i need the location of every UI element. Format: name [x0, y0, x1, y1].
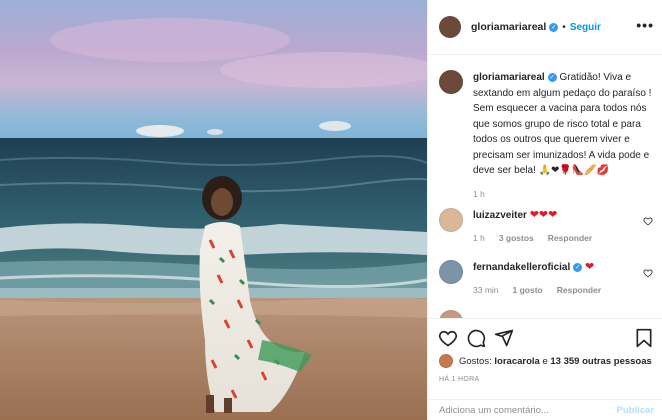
likes-prefix: Gostos: [459, 355, 492, 367]
likes-summary: Gostos: loracarola e 13 359 outras pesso… [439, 354, 652, 368]
comment-meta: 1 h 3 gostos Responder [473, 231, 633, 245]
follow-button[interactable]: Seguir [570, 22, 601, 33]
first-liker[interactable]: loracarola [494, 356, 539, 367]
caption-username[interactable]: gloriamariareal [473, 72, 545, 83]
separator-dot: • [562, 21, 566, 33]
comment-like-heart-icon[interactable] [643, 216, 653, 226]
send-icon[interactable] [494, 328, 514, 348]
comment-text: ❤ [585, 261, 595, 273]
comment-time: 33 min [473, 285, 499, 295]
comment-likes-link[interactable]: 3 gostos [499, 233, 534, 243]
add-comment-bar: Publicar [428, 399, 662, 420]
comment-item-partial [439, 310, 653, 318]
comment-input[interactable] [439, 405, 609, 416]
commenter-avatar[interactable] [439, 208, 463, 232]
comment-icon[interactable] [466, 328, 486, 348]
caption-text: Gratidão! Viva e sextando em algum pedaç… [473, 72, 652, 176]
reply-button[interactable]: Responder [548, 233, 592, 243]
more-options-icon[interactable]: ••• [636, 18, 654, 32]
comment-text: ❤❤❤ [529, 209, 558, 221]
caption-body: gloriamariareal ✓ Gratidão! Viva e sextan… [473, 70, 653, 202]
post-dialog: gloriamariareal ✓ • Seguir ••• gloriamar… [0, 0, 662, 420]
likes-joiner: e [542, 355, 548, 367]
comment-meta: 33 min 1 gosto Responder [473, 283, 633, 297]
post-photo[interactable] [0, 0, 427, 420]
comment-username[interactable]: fernandakelleroficial [473, 262, 570, 273]
commenter-avatar[interactable] [439, 310, 463, 318]
post-caption: gloriamariareal ✓ Gratidão! Viva e sextan… [439, 70, 653, 202]
comment-likes-link[interactable]: 1 gosto [513, 285, 543, 295]
verified-badge-icon: ✓ [549, 22, 559, 32]
likes-text: Gostos: loracarola e 13 359 outras pesso… [459, 356, 652, 367]
heart-icon[interactable] [438, 328, 458, 348]
post-sidebar: gloriamariareal ✓ • Seguir ••• gloriamar… [427, 0, 662, 420]
comment-item: fernandakelleroficial ✓ ❤ 33 min 1 gosto Re… [439, 260, 653, 297]
liker-avatar[interactable] [439, 354, 453, 368]
publish-button[interactable]: Publicar [617, 405, 655, 416]
verified-badge-icon: ✓ [547, 72, 557, 82]
reply-button[interactable]: Responder [557, 285, 601, 295]
comment-body: fernandakelleroficial ✓ ❤ 33 min 1 gosto Re… [473, 260, 633, 297]
beach-photo [0, 0, 427, 420]
comment-item: luizazveiter ❤❤❤ 1 h 3 gostos Responder [439, 208, 653, 245]
post-header: gloriamariareal ✓ • Seguir ••• [428, 0, 662, 55]
caption-time: 1 h [473, 188, 485, 199]
post-timestamp: HÁ 1 HORA [439, 376, 480, 383]
verified-badge-icon: ✓ [573, 262, 583, 272]
commenter-avatar[interactable] [439, 260, 463, 284]
author-avatar[interactable] [439, 16, 461, 38]
comment-time: 1 h [473, 233, 485, 243]
author-username[interactable]: gloriamariareal [471, 21, 546, 33]
bookmark-icon[interactable] [635, 328, 653, 348]
comment-body: luizazveiter ❤❤❤ 1 h 3 gostos Responder [473, 208, 633, 245]
caption-avatar[interactable] [439, 70, 463, 94]
post-actions: Gostos: loracarola e 13 359 outras pesso… [428, 318, 662, 420]
comment-username[interactable]: luizazveiter [473, 210, 527, 221]
other-likers-link[interactable]: 13 359 outras pessoas [550, 356, 651, 367]
comment-like-heart-icon[interactable] [643, 268, 653, 278]
comments-list[interactable]: gloriamariareal ✓ Gratidão! Viva e sextan… [428, 56, 662, 318]
caption-meta: 1 h [473, 187, 653, 203]
